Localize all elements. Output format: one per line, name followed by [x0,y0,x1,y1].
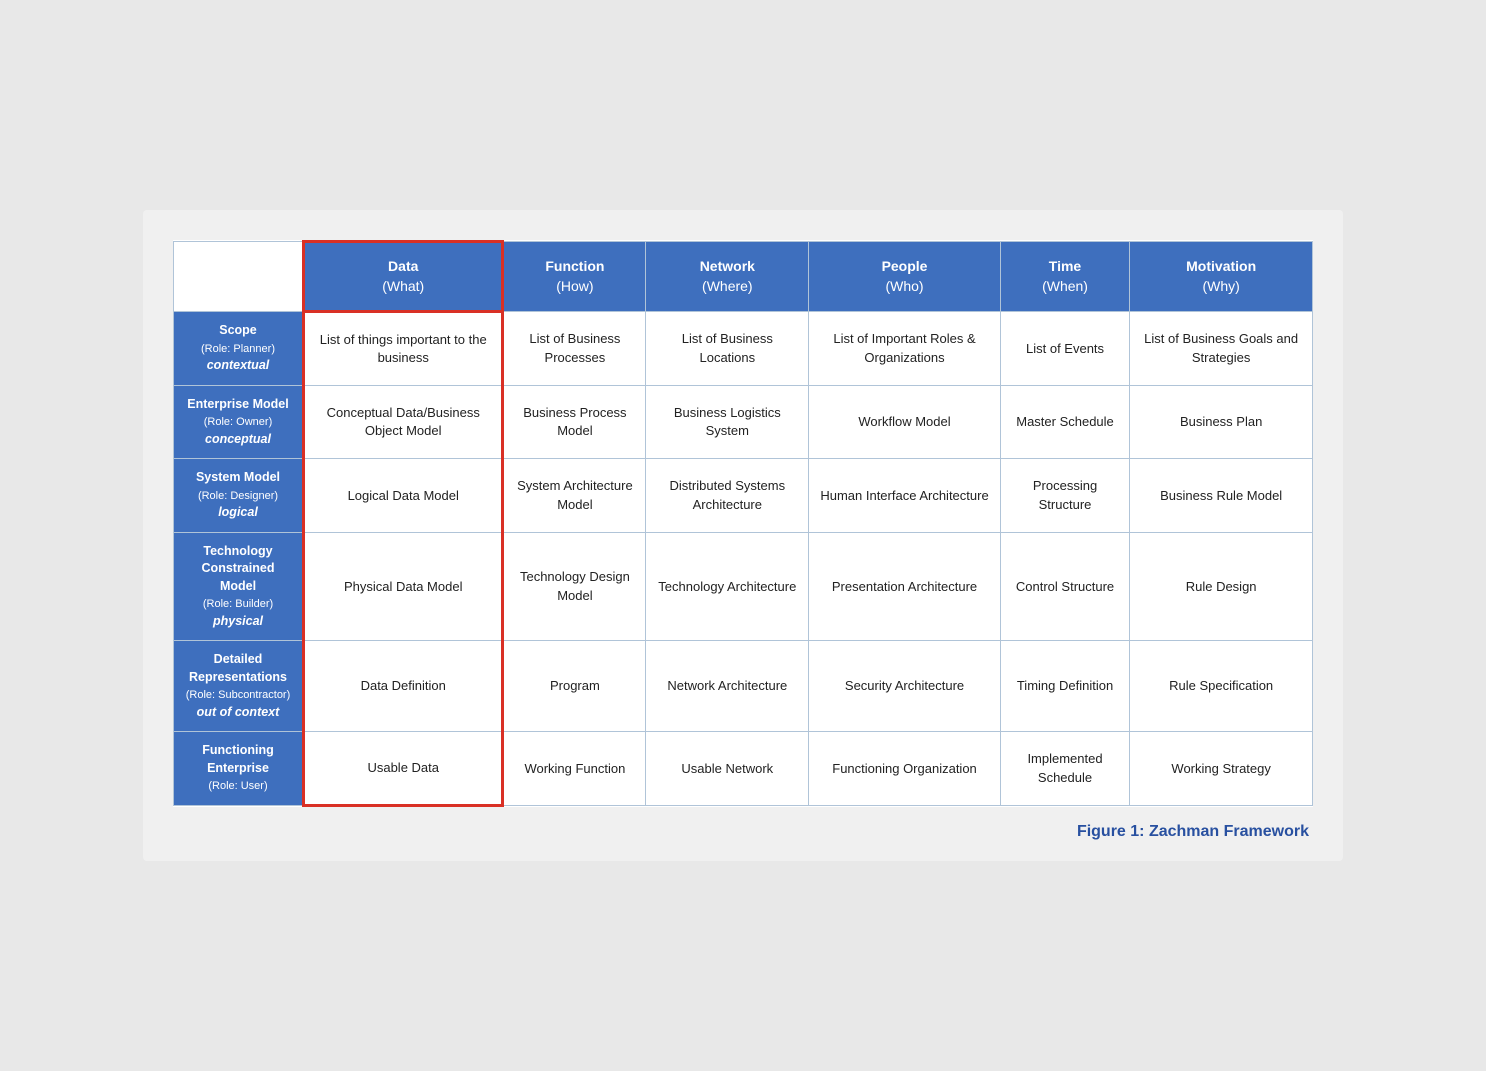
cell-r1-c3: Workflow Model [809,385,1001,459]
main-container: Data (What) Function (How) Network (Wher… [143,210,1343,861]
empty-header [174,242,304,312]
header-time-sub: (When) [1042,278,1088,294]
cell-r1-c5: Business Plan [1130,385,1313,459]
row-header-1: Enterprise Model(Role: Owner)conceptual [174,385,304,459]
cell-r1-c0: Conceptual Data/Business Object Model [304,385,503,459]
header-people-sub: (Who) [885,278,923,294]
cell-r5-c2: Usable Network [646,732,809,806]
row-header-3: Technology Constrained Model(Role: Build… [174,532,304,641]
cell-r0-c4: List of Events [1000,312,1130,386]
cell-r5-c5: Working Strategy [1130,732,1313,806]
cell-r4-c1: Program [503,641,646,732]
cell-r1-c1: Business Process Model [503,385,646,459]
header-data-sub: (What) [382,278,424,294]
cell-r3-c3: Presentation Architecture [809,532,1001,641]
header-motivation: Motivation (Why) [1130,242,1313,312]
cell-r2-c3: Human Interface Architecture [809,459,1001,533]
cell-r0-c2: List of Business Locations [646,312,809,386]
header-network-label: Network [700,258,755,274]
cell-r4-c2: Network Architecture [646,641,809,732]
cell-r5-c4: Implemented Schedule [1000,732,1130,806]
header-function-sub: (How) [556,278,593,294]
cell-r3-c0: Physical Data Model [304,532,503,641]
cell-r0-c1: List of Business Processes [503,312,646,386]
cell-r1-c4: Master Schedule [1000,385,1130,459]
cell-r4-c3: Security Architecture [809,641,1001,732]
cell-r4-c0: Data Definition [304,641,503,732]
header-data-label: Data [388,258,418,274]
header-motivation-sub: (Why) [1202,278,1239,294]
header-data: Data (What) [304,242,503,312]
header-function-label: Function [545,258,604,274]
row-header-2: System Model(Role: Designer)logical [174,459,304,533]
header-motivation-label: Motivation [1186,258,1256,274]
header-network-sub: (Where) [702,278,753,294]
header-people-label: People [882,258,928,274]
cell-r3-c5: Rule Design [1130,532,1313,641]
cell-r0-c5: List of Business Goals and Strategies [1130,312,1313,386]
cell-r4-c5: Rule Specification [1130,641,1313,732]
cell-r2-c4: Processing Structure [1000,459,1130,533]
row-header-5: Functioning Enterprise(Role: User) [174,732,304,806]
header-function: Function (How) [503,242,646,312]
cell-r4-c4: Timing Definition [1000,641,1130,732]
cell-r5-c3: Functioning Organization [809,732,1001,806]
cell-r5-c1: Working Function [503,732,646,806]
header-time: Time (When) [1000,242,1130,312]
row-header-0: Scope(Role: Planner)contextual [174,312,304,386]
cell-r3-c2: Technology Architecture [646,532,809,641]
cell-r2-c0: Logical Data Model [304,459,503,533]
cell-r2-c1: System Architecture Model [503,459,646,533]
cell-r3-c1: Technology Design Model [503,532,646,641]
figure-caption: Figure 1: Zachman Framework [173,823,1313,841]
cell-r2-c5: Business Rule Model [1130,459,1313,533]
row-header-4: Detailed Representations(Role: Subcontra… [174,641,304,732]
cell-r1-c2: Business Logistics System [646,385,809,459]
cell-r2-c2: Distributed Systems Architecture [646,459,809,533]
header-network: Network (Where) [646,242,809,312]
zachman-table: Data (What) Function (How) Network (Wher… [173,240,1313,807]
header-time-label: Time [1049,258,1081,274]
cell-r0-c3: List of Important Roles & Organizations [809,312,1001,386]
cell-r0-c0: List of things important to the business [304,312,503,386]
header-people: People (Who) [809,242,1001,312]
cell-r5-c0: Usable Data [304,732,503,806]
cell-r3-c4: Control Structure [1000,532,1130,641]
